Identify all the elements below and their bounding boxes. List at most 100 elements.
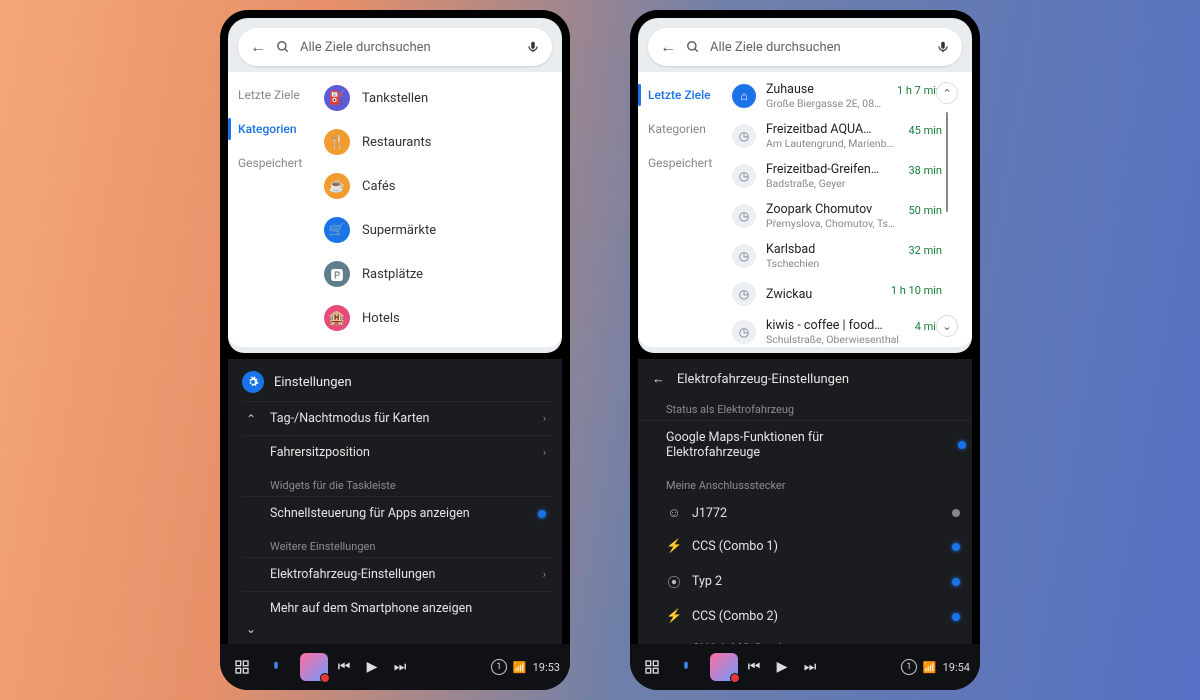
ev-title: Elektrofahrzeug-Einstellungen [677,372,849,387]
prev-track-icon[interactable]: ⏮ [332,655,356,679]
assistant-icon[interactable] [674,655,698,679]
nav-bar: ⏮ ▶ ⏭ 1 📶 19:54 [630,644,980,690]
destination-item[interactable]: ◷ KarlsbadTschechien 32 min [730,236,944,276]
mic-icon[interactable] [936,40,950,54]
toggle-on-icon[interactable] [952,543,960,551]
destination-item[interactable]: ◷ Zwickau 1 h 10 min [730,276,944,312]
setting-ev[interactable]: Elektrofahrzeug-Einstellungen › [242,557,552,591]
plug-item[interactable]: ⚡CCS (Combo 1) [638,530,972,563]
next-track-icon[interactable]: ⏭ [798,655,822,679]
play-icon[interactable]: ▶ [360,655,384,679]
scroll-down-button[interactable]: ⌄ [936,315,958,337]
tab-recent[interactable]: Letzte Ziele [228,78,320,112]
setting-seat[interactable]: Fahrersitzposition › [242,435,552,469]
toggle-on-icon[interactable] [952,613,960,621]
toggle-on-icon[interactable] [958,441,966,449]
destination-title: Zuhause [766,82,887,97]
category-item[interactable]: ☕ Cafés [320,164,554,208]
apps-icon[interactable] [640,655,664,679]
group-plugs: Meine Anschlussstecker [638,469,972,496]
category-icon: ☕ [324,173,350,199]
play-icon[interactable]: ▶ [770,655,794,679]
category-list: ⛽Tankstellen🍴Restaurants ☕ Cafés 🛒 Supermärk… [320,72,562,347]
destination-subtitle: Schulstraße, Oberwiesenthal [766,333,905,346]
setting-maps-ev-features[interactable]: Google Maps-Funktionen für Elektrofahrze… [638,420,972,469]
assistant-icon[interactable] [264,655,288,679]
category-label: Supermärkte [362,223,436,238]
setting-quick-controls[interactable]: Schnellsteuerung für Apps anzeigen [242,496,552,530]
tab-saved[interactable]: Gespeichert [228,146,320,180]
plug-item[interactable]: ⦿Typ 2 [638,563,972,600]
category-icon: 🛒 [324,217,350,243]
plug-item[interactable]: ⚡CCS (Combo 2) [638,600,972,633]
plug-item[interactable]: ⦾CHAdeMO-Stecker [638,633,972,644]
plug-item[interactable]: ☺J1772 [638,496,972,530]
destination-subtitle: Am Lautengrund, Marienberg [766,137,899,150]
tab-recent[interactable]: Letzte Ziele [638,78,730,112]
search-bar[interactable]: ← Alle Ziele durchsuchen [238,28,552,66]
plug-list: ☺J1772⚡CCS (Combo 1)⦿Typ 2⚡CCS (Combo 2)… [638,496,972,644]
album-art[interactable] [300,653,328,681]
toggle-off-icon[interactable] [952,509,960,517]
category-item[interactable]: 🛒 Supermärkte [320,208,554,252]
prev-track-icon[interactable]: ⏮ [742,655,766,679]
search-bar[interactable]: ← Alle Ziele durchsuchen [648,28,962,66]
category-item[interactable]: ⛽Tankstellen [320,76,554,120]
setting-label: Fahrersitzposition [270,445,370,460]
destination-item[interactable]: ◷ Freizeitbad-Greifen…Badstraße, Geyer 3… [730,156,944,196]
category-item[interactable]: 🍴Restaurants [320,120,554,164]
destination-eta: 38 min [909,164,943,177]
next-track-icon[interactable]: ⏭ [388,655,412,679]
destination-item[interactable]: ◷ Freizeitbad AQUA…Am Lautengrund, Marie… [730,116,944,156]
tab-categories[interactable]: Kategorien [228,112,320,146]
back-icon[interactable]: ← [250,37,266,57]
maps-panel: ← Alle Ziele durchsuchen Letzte Ziele Ka… [228,18,562,353]
notification-badge[interactable]: 1 [901,659,917,675]
tab-saved[interactable]: Gespeichert [638,146,730,180]
album-art[interactable] [710,653,738,681]
setting-daynight[interactable]: ⌃ Tag-/Nachtmodus für Karten › [242,401,552,435]
category-label: Cafés [362,179,396,194]
chevron-up-icon[interactable]: ⌃ [246,412,256,426]
home-icon: ⌂ [732,84,756,108]
destination-title: Karlsbad [766,242,899,257]
apps-icon[interactable] [230,655,254,679]
back-icon[interactable]: ← [652,371,665,387]
plug-label: Typ 2 [692,574,722,589]
scroll-up-button[interactable]: ⌃ [936,82,958,104]
tab-categories[interactable]: Kategorien [638,112,730,146]
settings-header: Einstellungen [228,359,562,401]
scrollbar[interactable] [946,112,948,212]
settings-panel: Einstellungen ⌃ Tag-/Nachtmodus für Kart… [228,359,562,644]
chevron-right-icon: › [543,568,546,581]
destination-eta: 45 min [909,124,943,137]
toggle-on-icon[interactable] [952,578,960,586]
mic-icon[interactable] [526,40,540,54]
back-icon[interactable]: ← [660,37,676,57]
media-controls: ⏮ ▶ ⏭ [710,653,822,681]
toggle-on-icon[interactable] [538,510,546,518]
chevron-right-icon: › [543,412,546,425]
notification-badge[interactable]: 1 [491,659,507,675]
destination-title: Freizeitbad-Greifen… [766,162,899,177]
clock: 19:53 [533,661,560,674]
plug-label: CCS (Combo 2) [692,609,778,624]
destination-subtitle: Přemyslova, Chomutov, Tsche… [766,217,899,230]
category-item[interactable]: 🅿Rastplätze [320,252,554,296]
destination-list: ⌂ ZuhauseGroße Biergasse 2E, 08056 Z… 1 … [730,72,972,347]
group-more: Weitere Einstellungen [242,530,552,557]
category-icon: ⛽ [324,85,350,111]
setting-more-on-phone[interactable]: Mehr auf dem Smartphone anzeigen [242,591,552,625]
destination-item[interactable]: ◷ Zoopark ChomutovPřemyslova, Chomutov, … [730,196,944,236]
category-icon: 🏨 [324,305,350,331]
category-item[interactable]: 🏨Hotels [320,296,554,340]
destination-item[interactable]: ⌂ ZuhauseGroße Biergasse 2E, 08056 Z… 1 … [730,76,944,116]
chevron-down-icon[interactable]: ⌄ [246,622,256,636]
category-label: Restaurants [362,135,431,150]
setting-label: Schnellsteuerung für Apps anzeigen [270,506,470,521]
search-input[interactable]: Alle Ziele durchsuchen [300,40,516,55]
chevron-right-icon: › [543,446,546,459]
search-input[interactable]: Alle Ziele durchsuchen [710,40,926,55]
destination-item[interactable]: ◷ kiwis - coffee | food…Schulstraße, Obe… [730,312,944,347]
search-icon [276,40,290,54]
